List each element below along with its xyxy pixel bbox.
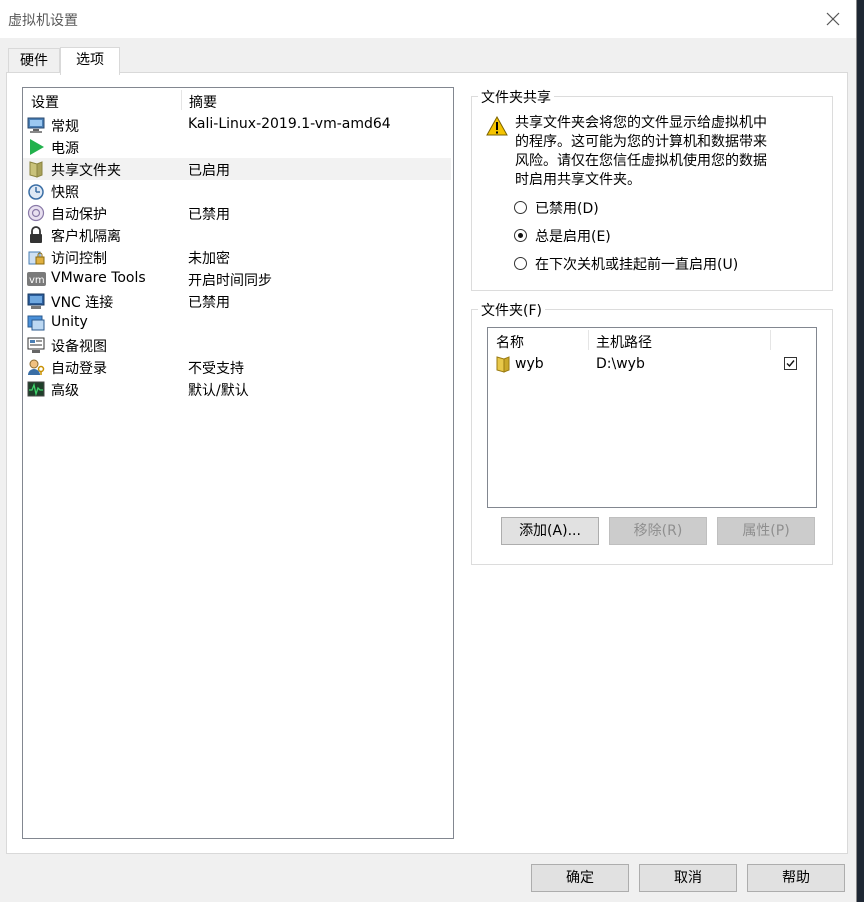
settings-item-shared-folders[interactable]: 共享文件夹 已启用: [23, 158, 451, 180]
settings-item-label: 访问控制: [51, 251, 107, 267]
warning-icon: [486, 115, 508, 136]
warning-line: 共享文件夹会将您的文件显示给虚拟机中: [515, 115, 767, 131]
settings-item-label: Unity: [51, 314, 88, 330]
radio-circle[interactable]: [514, 257, 527, 270]
settings-item-autologin[interactable]: 自动登录 不受支持: [23, 356, 451, 378]
add-folder-button[interactable]: 添加(A)...: [501, 517, 599, 545]
radio-label: 在下次关机或挂起前一直启用(U): [535, 257, 739, 273]
folder-name: wyb: [515, 356, 544, 372]
close-icon: [826, 12, 840, 26]
settings-item-label: 电源: [51, 141, 79, 157]
settings-list[interactable]: 设置 摘要 常规 Kali-Linux-2019.1-vm-amd64 电源 共…: [22, 87, 454, 839]
tab-options[interactable]: 选项: [60, 47, 120, 75]
radio-circle[interactable]: [514, 201, 527, 214]
settings-item-isolation[interactable]: 客户机隔离: [23, 224, 451, 246]
settings-item-summary: 已启用: [188, 163, 230, 179]
settings-item-label: 客户机隔离: [51, 229, 121, 245]
autologin-icon: [27, 358, 45, 376]
settings-item-power[interactable]: 电源: [23, 136, 451, 158]
settings-item-summary: 默认/默认: [188, 383, 249, 399]
snapshot-icon: [27, 182, 45, 200]
settings-item-snapshots[interactable]: 快照: [23, 180, 451, 202]
settings-item-label: VMware Tools: [51, 270, 146, 286]
settings-item-autoprotect[interactable]: 自动保护 已禁用: [23, 202, 451, 224]
radio-circle[interactable]: [514, 229, 527, 242]
device-view-icon: [27, 336, 45, 354]
radio-label: 已禁用(D): [535, 201, 599, 217]
warning-line: 的程序。这可能为您的计算机和数据带来: [515, 134, 767, 150]
settings-item-label: 共享文件夹: [51, 163, 121, 179]
settings-item-device-view[interactable]: 设备视图: [23, 334, 451, 356]
settings-item-summary: 已禁用: [188, 295, 230, 311]
folders-title: 文件夹(F): [478, 300, 545, 320]
svg-text:vm: vm: [29, 275, 45, 286]
radio-label: 总是启用(E): [535, 229, 611, 245]
warning-line: 时启用共享文件夹。: [515, 172, 641, 188]
settings-item-access-control[interactable]: 访问控制 未加密: [23, 246, 451, 268]
settings-item-label: 自动保护: [51, 207, 107, 223]
vmware-tools-icon: vm: [27, 270, 46, 288]
folder-enabled-checkbox[interactable]: [784, 357, 797, 370]
settings-item-unity[interactable]: Unity: [23, 312, 451, 334]
ok-button[interactable]: 确定: [531, 864, 629, 892]
help-button[interactable]: 帮助: [747, 864, 845, 892]
folders-table[interactable]: 名称 主机路径 wyb D:\wyb: [487, 327, 817, 508]
column-header-name[interactable]: 名称: [496, 332, 524, 352]
settings-item-label: 快照: [51, 185, 79, 201]
folder-properties-button[interactable]: 属性(P): [717, 517, 815, 545]
title-bar: 虚拟机设置: [0, 0, 856, 38]
settings-window: 虚拟机设置 硬件 选项 设置 摘要 常规 Kali-Linux-2019.1-v…: [0, 0, 857, 902]
warning-line: 风险。请仅在您信任虚拟机使用您的数据: [515, 153, 767, 169]
vnc-icon: [27, 292, 45, 310]
table-row[interactable]: wyb D:\wyb: [488, 354, 814, 376]
column-header-host-path[interactable]: 主机路径: [596, 332, 652, 352]
settings-item-summary: 开启时间同步: [188, 273, 272, 289]
access-control-icon: [27, 248, 45, 266]
window-title: 虚拟机设置: [8, 13, 78, 29]
folder-sharing-title: 文件夹共享: [478, 87, 554, 107]
settings-item-summary: 未加密: [188, 251, 230, 267]
power-icon: [27, 138, 45, 156]
column-header-summary[interactable]: 摘要: [189, 92, 217, 112]
shared-folder-icon: [494, 355, 512, 373]
lock-icon: [27, 226, 45, 244]
settings-item-general[interactable]: 常规 Kali-Linux-2019.1-vm-amd64: [23, 114, 451, 136]
settings-item-label: 自动登录: [51, 361, 107, 377]
close-button[interactable]: [810, 0, 856, 38]
general-icon: [27, 116, 45, 134]
unity-icon: [27, 314, 45, 332]
column-header-setting[interactable]: 设置: [31, 92, 59, 112]
cancel-button[interactable]: 取消: [639, 864, 737, 892]
settings-item-summary: Kali-Linux-2019.1-vm-amd64: [188, 116, 391, 132]
settings-item-vnc[interactable]: VNC 连接 已禁用: [23, 290, 451, 312]
sharing-warning-text: 共享文件夹会将您的文件显示给虚拟机中 的程序。这可能为您的计算机和数据带来 风险…: [515, 114, 805, 190]
tab-hardware[interactable]: 硬件: [8, 48, 60, 73]
shared-folder-icon: [27, 160, 45, 178]
folder-host-path: D:\wyb: [596, 356, 645, 372]
settings-item-summary: 已禁用: [188, 207, 230, 223]
settings-item-advanced[interactable]: 高级 默认/默认: [23, 378, 451, 400]
settings-item-label: 高级: [51, 383, 79, 399]
settings-item-summary: 不受支持: [188, 361, 244, 377]
settings-item-vmware-tools[interactable]: vm VMware Tools 开启时间同步: [23, 268, 451, 290]
settings-item-label: 设备视图: [51, 339, 107, 355]
checkmark-icon: [786, 360, 795, 368]
settings-item-label: 常规: [51, 119, 79, 135]
advanced-icon: [27, 380, 45, 398]
autoprotect-icon: [27, 204, 45, 222]
settings-list-header: 设置 摘要: [23, 88, 453, 112]
remove-folder-button[interactable]: 移除(R): [609, 517, 707, 545]
settings-item-label: VNC 连接: [51, 295, 114, 311]
